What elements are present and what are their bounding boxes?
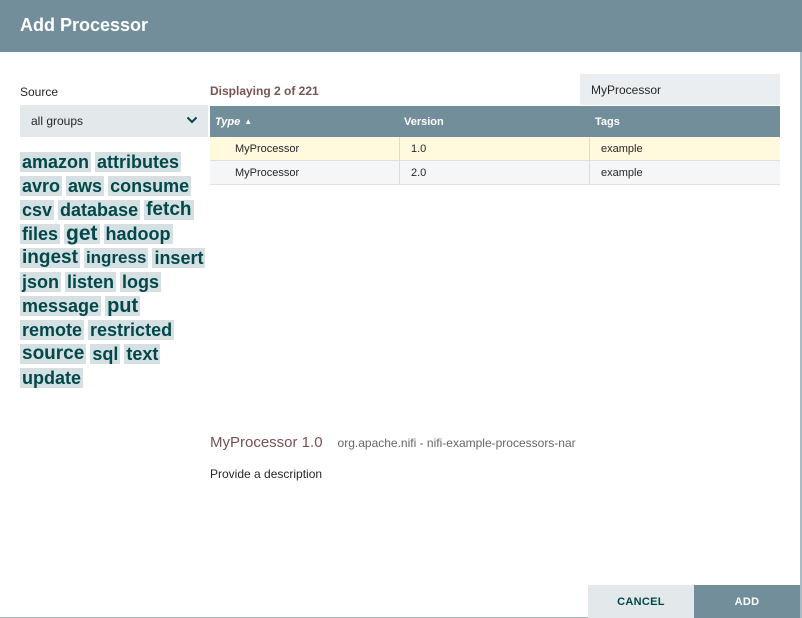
- dialog-title: Add Processor: [20, 15, 149, 35]
- cell-type: MyProcessor: [210, 161, 400, 185]
- dialog-header: Add Processor: [0, 0, 802, 52]
- tag-cloud: amazon attributes avro aws consume csv databas…: [20, 152, 210, 392]
- add-button[interactable]: ADD: [694, 585, 800, 618]
- column-header-version-label: Version: [404, 115, 444, 128]
- tag-fetch[interactable]: fetch: [144, 200, 194, 220]
- tag-hadoop[interactable]: hadoop: [103, 224, 173, 244]
- source-select-value: all groups: [31, 114, 84, 128]
- cancel-button[interactable]: CANCEL: [588, 585, 694, 618]
- sort-ascending-icon: ▲: [244, 117, 253, 126]
- processor-name-version: MyProcessor 1.0: [210, 434, 323, 451]
- tag-csv[interactable]: csv: [20, 200, 55, 220]
- tag-ingress[interactable]: ingress: [83, 248, 149, 268]
- tag-logs[interactable]: logs: [120, 272, 162, 292]
- tag-put[interactable]: put: [105, 296, 141, 316]
- table-row[interactable]: MyProcessor 1.0 example: [210, 137, 780, 161]
- tag-avro[interactable]: avro: [20, 176, 63, 196]
- column-header-type-label: Type: [215, 115, 241, 128]
- tag-insert[interactable]: insert: [152, 248, 206, 268]
- table-body: MyProcessor 1.0 example MyProcessor 2.0 examp…: [210, 137, 780, 185]
- tag-attributes[interactable]: attributes: [95, 152, 182, 172]
- processor-description: Provide a description: [210, 467, 323, 481]
- tag-get[interactable]: get: [64, 223, 100, 244]
- cell-tags: example: [601, 167, 643, 179]
- cell-version: 1.0: [400, 137, 590, 161]
- column-header-tags[interactable]: Tags: [590, 106, 780, 137]
- tag-remote[interactable]: remote: [20, 320, 85, 340]
- tag-aws[interactable]: aws: [66, 176, 105, 196]
- processor-table: Type ▲ Version Tags MyProcessor 1.0 exampl…: [210, 106, 780, 185]
- chevron-down-icon: [186, 116, 198, 124]
- tag-ingest[interactable]: ingest: [20, 248, 80, 268]
- cell-type: MyProcessor: [210, 137, 400, 161]
- tag-listen[interactable]: listen: [65, 272, 117, 292]
- processor-filter-input[interactable]: [580, 74, 780, 105]
- cell-version: 2.0: [400, 161, 590, 185]
- add-processor-dialog: Add Processor Source all groups amazon at…: [0, 0, 802, 618]
- source-label: Source: [20, 85, 59, 99]
- tag-amazon[interactable]: amazon: [20, 152, 92, 172]
- table-row[interactable]: MyProcessor 2.0 example: [210, 161, 780, 185]
- table-header: Type ▲ Version Tags: [210, 106, 780, 137]
- cell-tags: example: [601, 143, 643, 155]
- column-header-version[interactable]: Version: [400, 106, 590, 137]
- tag-sql[interactable]: sql: [90, 344, 121, 364]
- tag-message[interactable]: message: [20, 296, 102, 316]
- tag-json[interactable]: json: [20, 272, 62, 292]
- tag-database[interactable]: database: [58, 200, 141, 220]
- tag-text[interactable]: text: [124, 344, 161, 364]
- tag-update[interactable]: update: [20, 368, 84, 388]
- processor-description-header: MyProcessor 1.0 org.apache.nifi - nifi-e…: [210, 434, 576, 451]
- column-header-type[interactable]: Type ▲: [210, 106, 400, 137]
- processor-bundle: org.apache.nifi - nifi-example-processor…: [337, 436, 576, 450]
- tag-restricted[interactable]: restricted: [88, 320, 175, 340]
- result-count: Displaying 2 of 221: [210, 84, 319, 98]
- column-header-tags-label: Tags: [595, 115, 620, 128]
- tag-source[interactable]: source: [20, 344, 87, 364]
- source-group-select[interactable]: all groups: [20, 105, 208, 137]
- tag-consume[interactable]: consume: [108, 176, 192, 196]
- tag-files[interactable]: files: [20, 224, 61, 244]
